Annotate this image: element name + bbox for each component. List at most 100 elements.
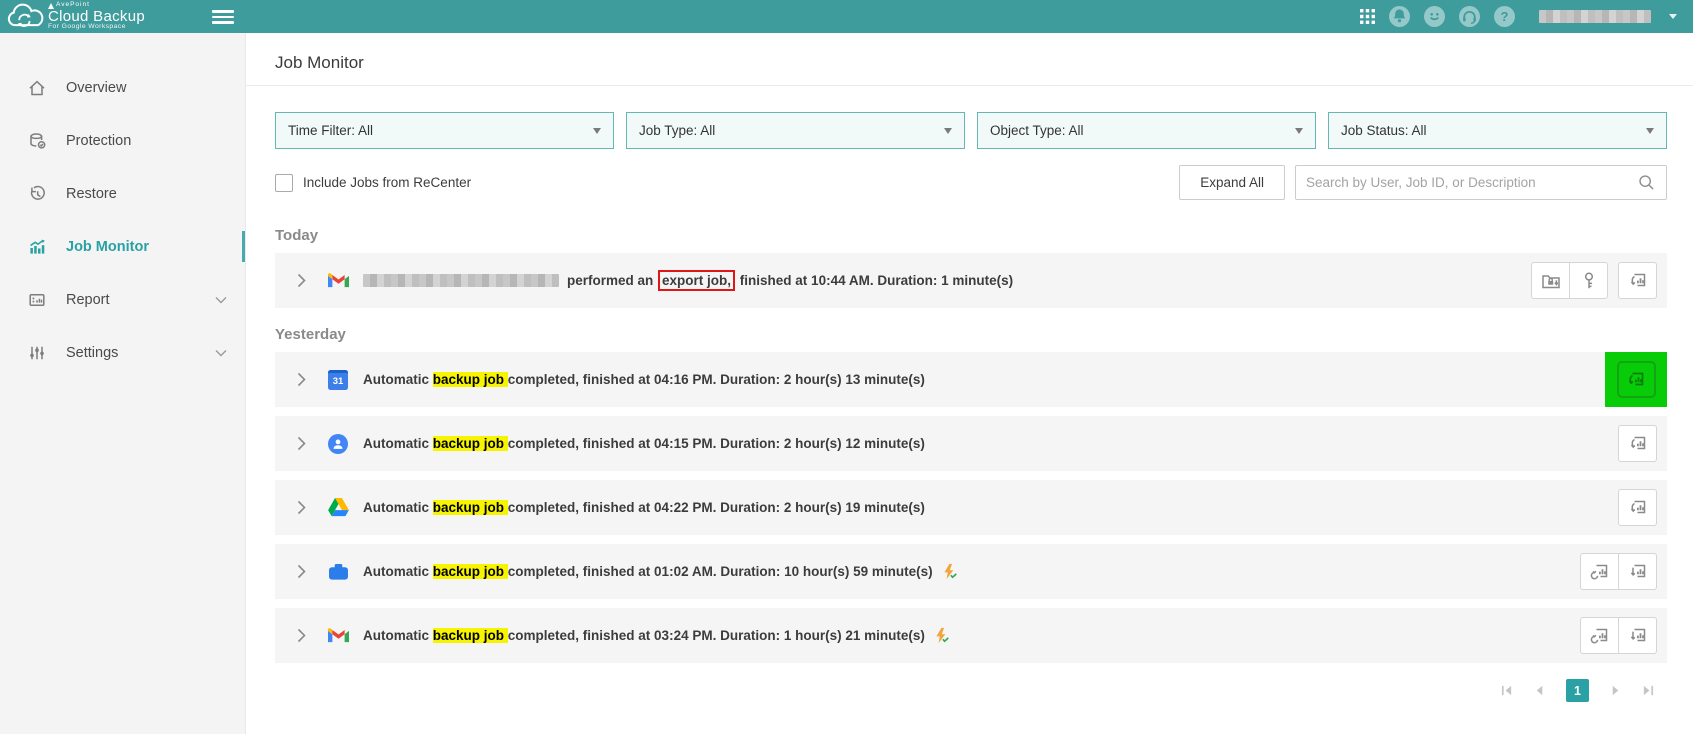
contacts-icon <box>327 433 349 455</box>
gmail-icon <box>327 625 349 647</box>
gmail-icon <box>327 270 349 292</box>
user-email-redacted <box>363 274 559 287</box>
sidebar-item-label: Settings <box>66 345 118 361</box>
include-recenter-checkbox[interactable] <box>275 174 293 192</box>
include-recenter-label: Include Jobs from ReCenter <box>303 175 471 190</box>
hamburger-menu-icon[interactable] <box>212 7 234 25</box>
job-text-after: completed, finished at 03:24 PM. Duratio… <box>508 628 925 643</box>
sidebar-item-job-monitor[interactable]: Job Monitor <box>0 220 245 273</box>
support-icon[interactable] <box>1459 6 1480 27</box>
object-type-dropdown[interactable]: Object Type: All <box>977 112 1316 149</box>
row-actions <box>1580 617 1657 654</box>
search-icon[interactable] <box>1637 173 1656 192</box>
sidebar-item-report[interactable]: Report <box>0 273 245 326</box>
sidebar-item-protection[interactable]: Protection <box>0 114 245 167</box>
search-input[interactable] <box>1306 175 1637 190</box>
row-actions <box>1531 262 1657 299</box>
time-filter-dropdown[interactable]: Time Filter: All <box>275 112 614 149</box>
job-row-export-gmail[interactable]: performed an export job, finished at 10:… <box>275 253 1667 308</box>
brand-text: AvePoint Cloud Backup For Google Workspa… <box>48 2 145 30</box>
job-status-dropdown[interactable]: Job Status: All <box>1328 112 1667 149</box>
chevron-down-icon <box>215 344 227 362</box>
sidebar-item-settings[interactable]: Settings <box>0 326 245 379</box>
job-text-before: Automatic <box>363 628 433 643</box>
chevron-down-icon <box>215 291 227 309</box>
regenerate-report-button[interactable] <box>1580 617 1619 654</box>
settings-icon <box>26 343 48 363</box>
main-content: Job Monitor Time Filter: All Job Type: A… <box>246 33 1693 734</box>
export-data-button[interactable] <box>1531 262 1570 299</box>
sidebar-item-overview[interactable]: Overview <box>0 61 245 114</box>
topbar-actions: ? <box>1360 6 1693 27</box>
row-actions <box>1618 489 1657 526</box>
feedback-icon[interactable] <box>1424 6 1445 27</box>
help-glyph: ? <box>1501 9 1509 24</box>
apps-grid-icon[interactable] <box>1360 9 1375 24</box>
job-row-backup-drive[interactable]: Automatic backup job completed, finished… <box>275 480 1667 535</box>
job-text-after: finished at 10:44 AM. Duration: 1 minute… <box>736 273 1013 288</box>
annotation-yellow-highlight: backup job <box>433 372 508 387</box>
download-report-button[interactable] <box>1618 425 1657 462</box>
controls-row: Include Jobs from ReCenter Expand All <box>275 165 1667 200</box>
job-row-backup-gmail[interactable]: Automatic backup job completed, finished… <box>275 608 1667 663</box>
job-text-before: performed an <box>567 273 657 288</box>
completed-with-exceptions-icon <box>941 563 958 580</box>
job-text-after: completed, finished at 04:22 PM. Duratio… <box>508 500 925 515</box>
chevron-down-icon <box>944 128 952 134</box>
download-report-button[interactable] <box>1618 553 1657 590</box>
last-page-icon[interactable] <box>1642 684 1655 697</box>
annotation-red-box: export job, <box>658 270 735 291</box>
download-report-button[interactable] <box>1618 617 1657 654</box>
job-text-before: Automatic <box>363 372 433 387</box>
report-icon <box>26 290 48 310</box>
section-label-yesterday: Yesterday <box>275 326 1667 343</box>
sidebar-item-label: Overview <box>66 80 126 96</box>
search-box <box>1295 165 1667 200</box>
shared-drive-icon <box>327 561 349 583</box>
sidebar-item-label: Protection <box>66 133 131 149</box>
job-text-before: Automatic <box>363 500 433 515</box>
job-type-dropdown[interactable]: Job Type: All <box>626 112 965 149</box>
chevron-down-icon <box>1646 128 1654 134</box>
job-row-backup-contacts[interactable]: Automatic backup job completed, finished… <box>275 416 1667 471</box>
completed-with-exceptions-icon <box>933 627 950 644</box>
download-report-button[interactable] <box>1618 489 1657 526</box>
help-icon[interactable]: ? <box>1494 6 1515 27</box>
annotation-yellow-highlight: backup job <box>433 436 508 451</box>
expand-chevron-icon[interactable] <box>297 628 311 643</box>
job-row-backup-shared-drive[interactable]: Automatic backup job completed, finished… <box>275 544 1667 599</box>
job-text-after: completed, finished at 01:02 AM. Duratio… <box>508 564 933 579</box>
job-row-backup-calendar[interactable]: 31 Automatic backup job completed, finis… <box>275 352 1667 407</box>
expand-chevron-icon[interactable] <box>297 273 311 288</box>
expand-chevron-icon[interactable] <box>297 500 311 515</box>
download-report-button[interactable] <box>1617 361 1656 398</box>
filter-label: Job Status: All <box>1341 123 1427 138</box>
calendar-icon: 31 <box>327 369 349 391</box>
drive-icon <box>327 497 349 519</box>
expand-chevron-icon[interactable] <box>297 436 311 451</box>
sidebar-item-restore[interactable]: Restore <box>0 167 245 220</box>
sidebar-item-label: Report <box>66 292 110 308</box>
row-actions <box>1618 425 1657 462</box>
home-icon <box>26 78 48 98</box>
section-label-today: Today <box>275 227 1667 244</box>
regenerate-report-button[interactable] <box>1580 553 1619 590</box>
expand-all-button[interactable]: Expand All <box>1179 165 1285 200</box>
annotation-yellow-highlight: backup job <box>433 564 508 579</box>
encryption-key-button[interactable] <box>1569 262 1608 299</box>
expand-chevron-icon[interactable] <box>297 564 311 579</box>
download-report-button[interactable] <box>1618 262 1657 299</box>
cloud-backup-logo-icon <box>6 2 46 32</box>
filter-label: Object Type: All <box>990 123 1084 138</box>
next-page-icon[interactable] <box>1609 684 1622 697</box>
notifications-icon[interactable] <box>1389 6 1410 27</box>
job-text-after: completed, finished at 04:16 PM. Duratio… <box>508 372 925 387</box>
user-menu-caret-icon[interactable] <box>1669 14 1677 19</box>
job-text-annotated: export job, <box>662 273 731 288</box>
expand-chevron-icon[interactable] <box>297 372 311 387</box>
user-name-redacted[interactable] <box>1539 10 1651 23</box>
job-text-before: Automatic <box>363 564 433 579</box>
previous-page-icon[interactable] <box>1533 684 1546 697</box>
first-page-icon[interactable] <box>1500 684 1513 697</box>
current-page-button[interactable]: 1 <box>1566 679 1589 702</box>
